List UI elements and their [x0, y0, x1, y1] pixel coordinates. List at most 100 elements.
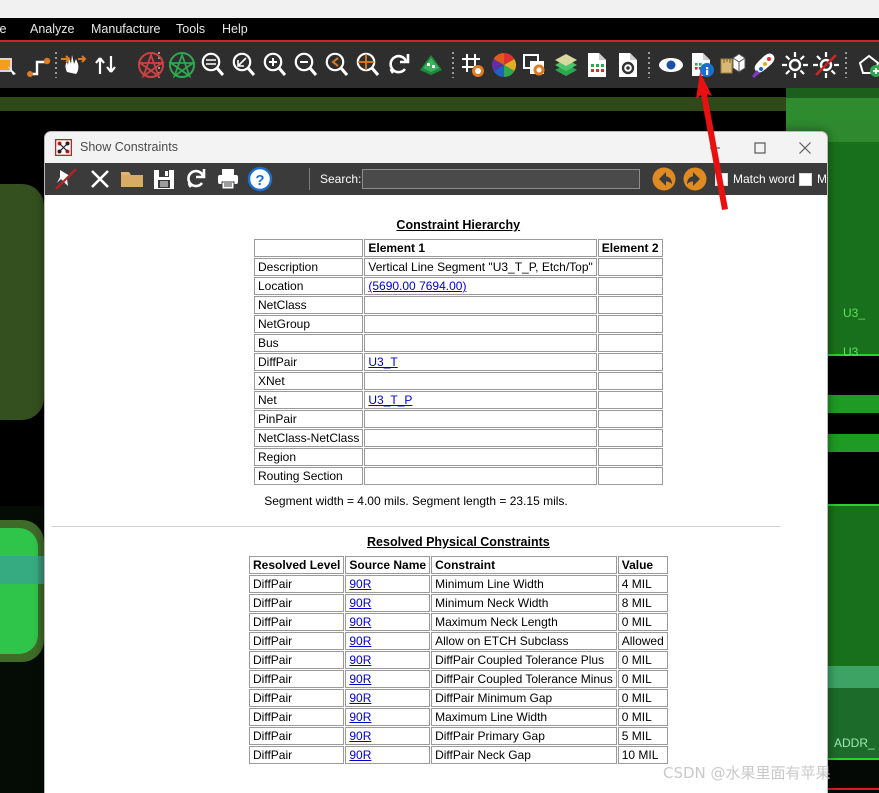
- row-label: Routing Section: [254, 467, 364, 485]
- cell-value: 0 MIL: [617, 689, 668, 707]
- net-link[interactable]: U3_T_P: [368, 393, 412, 407]
- cell-source[interactable]: 90R: [345, 594, 431, 612]
- report-settings-icon[interactable]: [613, 50, 643, 80]
- drc-green-icon[interactable]: [167, 50, 197, 80]
- menu-item-manufacture[interactable]: Manufacture: [91, 20, 160, 38]
- slide-route-icon[interactable]: [58, 50, 88, 80]
- menu-item-route[interactable]: te: [0, 20, 6, 38]
- source-link[interactable]: 90R: [349, 577, 371, 591]
- cell-source[interactable]: 90R: [345, 575, 431, 593]
- source-link[interactable]: 90R: [349, 748, 371, 762]
- toolbar-separator: [452, 52, 454, 78]
- route-connect-icon[interactable]: [25, 50, 55, 80]
- col-header-blank: [254, 239, 364, 257]
- menu-item-tools[interactable]: Tools: [176, 20, 205, 38]
- row-element2: [597, 296, 663, 314]
- cell-source[interactable]: 90R: [345, 746, 431, 764]
- source-link[interactable]: 90R: [349, 634, 371, 648]
- segment-info-section: Segment width = 4.00 mils. Segment lengt…: [52, 494, 780, 527]
- swap-updown-icon[interactable]: [91, 50, 121, 80]
- match-case-label[interactable]: Match case: [817, 163, 827, 195]
- menu-bar[interactable]: te Analyze Manufacture Tools Help: [0, 18, 879, 40]
- unpin-icon[interactable]: [53, 166, 79, 192]
- cell-source[interactable]: 90R: [345, 613, 431, 631]
- zoom-center-icon[interactable]: [353, 50, 383, 80]
- row-label: Net: [254, 391, 364, 409]
- cell-source[interactable]: 90R: [345, 727, 431, 745]
- search-input[interactable]: [362, 169, 640, 189]
- highlight-on-icon[interactable]: [780, 50, 810, 80]
- row-element1: [364, 296, 597, 314]
- row-element1: Vertical Line Segment "U3_T_P, Etch/Top": [364, 258, 597, 276]
- pcb-pad-left: [0, 528, 38, 654]
- close-button[interactable]: [782, 132, 827, 163]
- row-element1[interactable]: U3_T: [364, 353, 597, 371]
- zoom-out-icon[interactable]: [291, 50, 321, 80]
- zoom-fit-icon[interactable]: [198, 50, 228, 80]
- screen: U3_ U3 ADDR_ te Analyze Manufacture Tool…: [0, 0, 879, 793]
- pcb-plane-right: [826, 506, 879, 666]
- source-link[interactable]: 90R: [349, 691, 371, 705]
- subclass-visibility-icon[interactable]: [520, 50, 550, 80]
- board-3d-icon[interactable]: [416, 50, 446, 80]
- row-element1[interactable]: (5690.00 7694.00): [364, 277, 597, 295]
- table-row: DiffPair U3_T: [254, 353, 663, 371]
- zoom-by-points-icon[interactable]: [229, 50, 259, 80]
- diffpair-link[interactable]: U3_T: [368, 355, 397, 369]
- cell-source[interactable]: 90R: [345, 708, 431, 726]
- cell-constraint: DiffPair Coupled Tolerance Minus: [431, 670, 617, 688]
- layers-stack-icon[interactable]: [551, 50, 581, 80]
- color-wheel-icon[interactable]: [489, 50, 519, 80]
- report-table-icon[interactable]: [582, 50, 612, 80]
- col-header-source-name: Source Name: [345, 556, 431, 574]
- menu-item-analyze[interactable]: Analyze: [30, 20, 74, 38]
- add-shape-icon[interactable]: [854, 50, 879, 80]
- row-element2: [597, 353, 663, 371]
- cell-source[interactable]: 90R: [345, 670, 431, 688]
- row-label: Description: [254, 258, 364, 276]
- source-link[interactable]: 90R: [349, 710, 371, 724]
- cell-source[interactable]: 90R: [345, 689, 431, 707]
- menu-item-help[interactable]: Help: [222, 20, 248, 38]
- drc-red-icon[interactable]: [136, 50, 166, 80]
- resolved-physical-table: Resolved Level Source Name Constraint Va…: [248, 555, 669, 765]
- close-x-icon[interactable]: [87, 166, 113, 192]
- col-header-element1: Element 1: [364, 239, 597, 257]
- cell-level: DiffPair: [249, 575, 345, 593]
- refresh-icon[interactable]: [183, 166, 209, 192]
- row-element1[interactable]: U3_T_P: [364, 391, 597, 409]
- table-header-row: Element 1 Element 2: [254, 239, 663, 257]
- highlight-off-icon[interactable]: [811, 50, 841, 80]
- print-icon[interactable]: [215, 166, 241, 192]
- pcb-copper-right: [786, 88, 879, 98]
- zoom-in-icon[interactable]: [260, 50, 290, 80]
- source-link[interactable]: 90R: [349, 596, 371, 610]
- help-icon[interactable]: ?: [247, 166, 273, 192]
- select-cursor-icon[interactable]: [0, 50, 22, 80]
- source-link[interactable]: 90R: [349, 615, 371, 629]
- row-element2: [597, 372, 663, 390]
- cell-source[interactable]: 90R: [345, 632, 431, 650]
- redraw-icon[interactable]: [384, 50, 414, 80]
- color-palette-icon[interactable]: [749, 50, 779, 80]
- cell-level: DiffPair: [249, 613, 345, 631]
- grid-toggle-icon[interactable]: [458, 50, 488, 80]
- zoom-previous-icon[interactable]: [322, 50, 352, 80]
- source-link[interactable]: 90R: [349, 672, 371, 686]
- main-toolbar[interactable]: [0, 42, 879, 88]
- open-folder-icon[interactable]: [119, 166, 145, 192]
- location-link[interactable]: (5690.00 7694.00): [368, 279, 466, 293]
- match-case-checkbox[interactable]: [799, 173, 812, 186]
- save-icon[interactable]: [151, 166, 177, 192]
- row-element1: [364, 467, 597, 485]
- toolbar-separator: [309, 168, 310, 190]
- source-link[interactable]: 90R: [349, 729, 371, 743]
- display-eye-icon[interactable]: [656, 50, 686, 80]
- app-titlebar: [0, 0, 879, 18]
- back-arrow-icon[interactable]: [651, 166, 677, 192]
- row-element2: [597, 448, 663, 466]
- pcb-pad: [826, 434, 879, 452]
- row-element2: [597, 467, 663, 485]
- cell-source[interactable]: 90R: [345, 651, 431, 669]
- source-link[interactable]: 90R: [349, 653, 371, 667]
